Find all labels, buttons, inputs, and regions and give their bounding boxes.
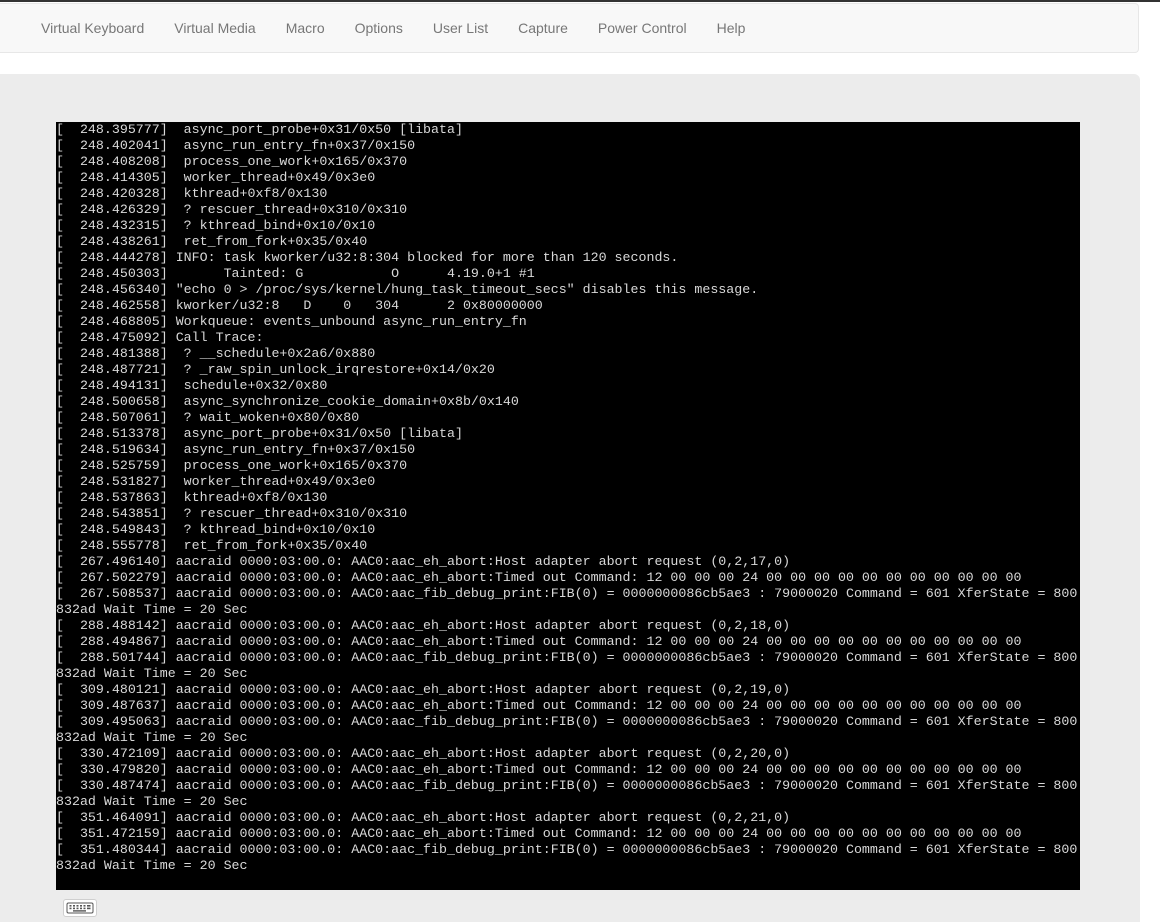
console-line: 832ad Wait Time = 20 Sec [56,666,248,681]
console-line: [ 248.402041] async_run_entry_fn+0x37/0x… [56,138,416,153]
console-line: [ 351.480344] aacraid 0000:03:00.0: AAC0… [56,842,1078,857]
console-line: [ 248.468805] Workqueue: events_unbound … [56,314,527,329]
nav-macro[interactable]: Macro [271,4,340,52]
console-line: [ 248.543851] ? rescuer_thread+0x310/0x3… [56,506,408,521]
console-line: [ 248.487721] ? _raw_spin_unlock_irqrest… [56,362,495,377]
nav-options[interactable]: Options [340,4,418,52]
console-line: [ 248.525759] process_one_work+0x165/0x3… [56,458,408,473]
console-line: [ 248.537863] kthread+0xf8/0x130 [56,490,328,505]
console-line: [ 288.494867] aacraid 0000:03:00.0: AAC0… [56,634,1022,649]
console-line: [ 288.501744] aacraid 0000:03:00.0: AAC0… [56,650,1078,665]
console-line: 832ad Wait Time = 20 Sec [56,858,248,873]
console-line: [ 309.487637] aacraid 0000:03:00.0: AAC0… [56,698,1022,713]
console-line: [ 248.549843] ? kthread_bind+0x10/0x10 [56,522,376,537]
console-line: [ 330.479820] aacraid 0000:03:00.0: AAC0… [56,762,1022,777]
nav-power-control[interactable]: Power Control [583,4,702,52]
console-line: 832ad Wait Time = 20 Sec [56,794,248,809]
console-line: [ 267.496140] aacraid 0000:03:00.0: AAC0… [56,554,791,569]
console-line: [ 351.472159] aacraid 0000:03:00.0: AAC0… [56,826,1022,841]
console-line: [ 267.508537] aacraid 0000:03:00.0: AAC0… [56,586,1078,601]
console-line: [ 248.555778] ret_from_fork+0x35/0x40 [56,538,368,553]
console-line: [ 330.472109] aacraid 0000:03:00.0: AAC0… [56,746,791,761]
nav-capture[interactable]: Capture [503,4,583,52]
nav-menu: Virtual Keyboard Virtual Media Macro Option… [0,4,1138,52]
console-line: [ 288.488142] aacraid 0000:03:00.0: AAC0… [56,618,791,633]
remote-console-screen[interactable]: [ 248.395777] async_port_probe+0x31/0x50… [56,122,1080,890]
console-line: [ 248.475092] Call Trace: [56,330,264,345]
nav-virtual-keyboard[interactable]: Virtual Keyboard [26,4,159,52]
top-border [0,0,1160,2]
console-line: [ 248.513378] async_port_probe+0x31/0x50… [56,426,463,441]
console-line: [ 248.531827] worker_thread+0x49/0x3e0 [56,474,376,489]
console-line: [ 248.414305] worker_thread+0x49/0x3e0 [56,170,376,185]
nav-user-list[interactable]: User List [418,4,503,52]
console-line: [ 309.495063] aacraid 0000:03:00.0: AAC0… [56,714,1078,729]
console-line: [ 248.426329] ? rescuer_thread+0x310/0x3… [56,202,408,217]
nav-virtual-media[interactable]: Virtual Media [159,4,270,52]
console-line: [ 248.500658] async_synchronize_cookie_d… [56,394,519,409]
virtual-keyboard-toggle-button[interactable] [63,899,97,917]
console-line: 832ad Wait Time = 20 Sec [56,602,248,617]
console-line: [ 248.444278] INFO: task kworker/u32:8:3… [56,250,679,265]
console-line: [ 248.462558] kworker/u32:8 D 0 304 2 0x… [56,298,543,313]
keyboard-icon [66,902,94,914]
console-line: [ 309.480121] aacraid 0000:03:00.0: AAC0… [56,682,791,697]
console-line: [ 248.494131] schedule+0x32/0x80 [56,378,328,393]
console-line: [ 267.502279] aacraid 0000:03:00.0: AAC0… [56,570,1022,585]
console-line: [ 248.481388] ? __schedule+0x2a6/0x880 [56,346,376,361]
console-line: [ 248.432315] ? kthread_bind+0x10/0x10 [56,218,376,233]
console-line: [ 248.408208] process_one_work+0x165/0x3… [56,154,408,169]
console-line: [ 248.519634] async_run_entry_fn+0x37/0x… [56,442,416,457]
console-line: [ 330.487474] aacraid 0000:03:00.0: AAC0… [56,778,1078,793]
console-line: [ 248.456340] "echo 0 > /proc/sys/kernel… [56,282,759,297]
console-line: [ 351.464091] aacraid 0000:03:00.0: AAC0… [56,810,791,825]
console-line: 832ad Wait Time = 20 Sec [56,730,248,745]
console-line: [ 248.450303] Tainted: G O 4.19.0+1 #1 [56,266,535,281]
top-navbar: Virtual Keyboard Virtual Media Macro Option… [0,3,1139,53]
nav-help[interactable]: Help [702,4,761,52]
console-line: [ 248.438261] ret_from_fork+0x35/0x40 [56,234,368,249]
console-line: [ 248.395777] async_port_probe+0x31/0x50… [56,122,463,137]
console-line: [ 248.507061] ? wait_woken+0x80/0x80 [56,410,360,425]
console-line: [ 248.420328] kthread+0xf8/0x130 [56,186,328,201]
